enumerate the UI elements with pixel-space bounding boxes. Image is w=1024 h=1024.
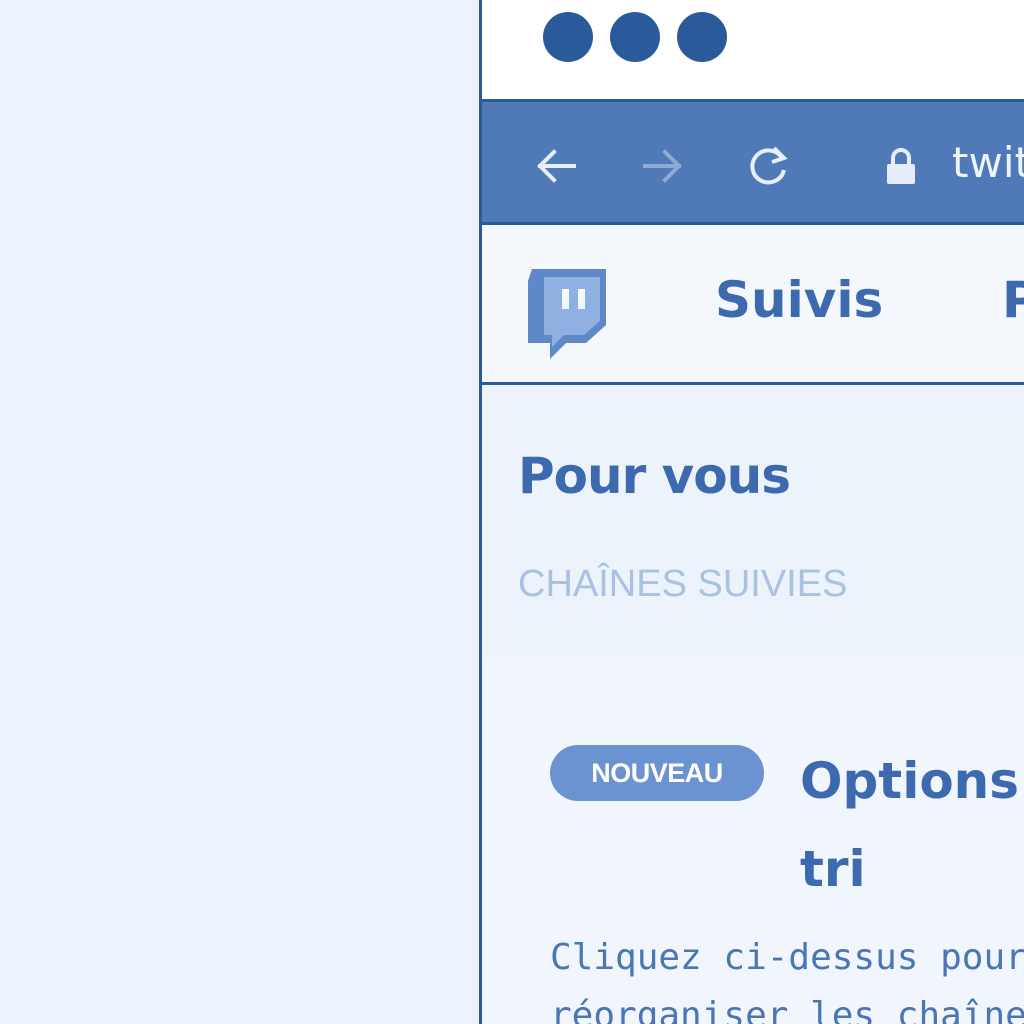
window-titlebar bbox=[482, 0, 1024, 99]
close-window-button[interactable] bbox=[543, 12, 593, 62]
arrow-left-icon[interactable] bbox=[532, 142, 580, 190]
nav-following[interactable]: Suivis bbox=[715, 271, 883, 329]
reload-icon[interactable] bbox=[744, 142, 792, 190]
lock-icon bbox=[887, 148, 915, 184]
sidebar-heading: Pour vous bbox=[518, 447, 791, 505]
info-card: NOUVEAU Options tri Cliquez ci-dessus po… bbox=[482, 657, 1024, 1024]
arrow-right-icon[interactable] bbox=[639, 142, 687, 190]
nav-browse[interactable]: P bbox=[1002, 271, 1024, 329]
card-title: Options tri bbox=[800, 752, 1020, 898]
address-bar: twit bbox=[482, 99, 1024, 225]
minimize-window-button[interactable] bbox=[610, 12, 660, 62]
twitch-logo-icon[interactable] bbox=[522, 263, 610, 359]
maximize-window-button[interactable] bbox=[677, 12, 727, 62]
new-badge: NOUVEAU bbox=[550, 745, 764, 801]
url-text[interactable]: twit bbox=[952, 138, 1024, 187]
sidebar-header: Pour vous CHAÎNES SUIVIES bbox=[482, 385, 1024, 657]
card-description: Cliquez ci-dessus pour réorganiser les c… bbox=[550, 937, 1024, 1024]
browser-window: twit Suivis P Pour vous CHAÎNES SUIVIES … bbox=[479, 0, 1024, 1024]
followed-channels-label: CHAÎNES SUIVIES bbox=[518, 563, 848, 605]
top-navigation: Suivis P bbox=[482, 225, 1024, 385]
